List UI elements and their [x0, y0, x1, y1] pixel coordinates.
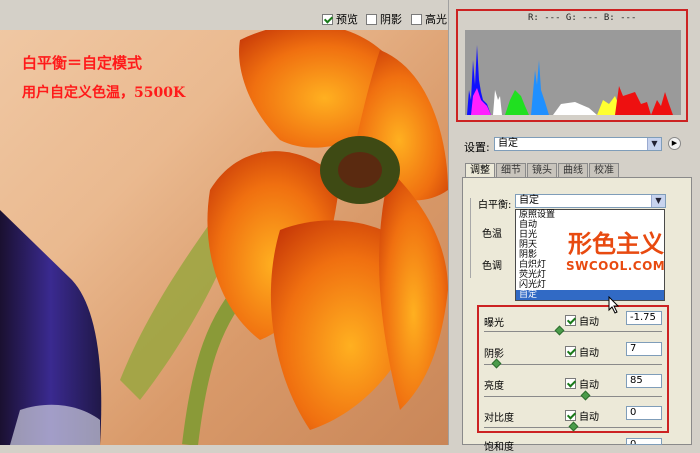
shadows-auto-box[interactable] — [565, 346, 576, 357]
saturation-value-input[interactable]: 0 — [626, 438, 662, 445]
highlight-checkbox[interactable]: 高光 — [411, 11, 447, 27]
brightness-label: 亮度 — [484, 381, 504, 392]
white-balance-select[interactable]: 自定 ▼ — [515, 194, 666, 208]
watermark-sub: SWCOOL.COM — [566, 259, 666, 273]
shadows-label: 阴影 — [484, 349, 504, 360]
contrast-label: 对比度 — [484, 413, 514, 424]
dropdown-option-selected[interactable]: 自定 — [516, 290, 664, 300]
tab-bar: 调整 细节 镜头 曲线 校准 — [465, 163, 619, 178]
tab-detail[interactable]: 细节 — [496, 163, 526, 178]
preview-checkbox-box[interactable] — [322, 13, 333, 25]
settings-menu-icon[interactable]: ▶ — [668, 137, 681, 150]
preview-checkbox-label: 预览 — [336, 13, 358, 26]
tab-lens[interactable]: 镜头 — [527, 163, 557, 178]
rgb-readout: R: --- G: --- B: --- — [528, 13, 637, 23]
exposure-auto-checkbox[interactable]: 自动 — [565, 313, 599, 328]
mouse-cursor-icon — [608, 296, 620, 314]
chevron-down-icon[interactable]: ▼ — [651, 195, 665, 207]
shadow-checkbox[interactable]: 阴影 — [366, 11, 402, 27]
exposure-auto-box[interactable] — [565, 315, 576, 326]
tab-curve[interactable]: 曲线 — [558, 163, 588, 178]
dropdown-option[interactable]: 闪光灯 — [516, 280, 664, 290]
brightness-slider-track[interactable] — [484, 396, 662, 397]
settings-select-value: 自定 — [498, 138, 518, 149]
shadows-value-input[interactable]: 7 — [626, 342, 662, 356]
brightness-auto-label: 自动 — [579, 380, 599, 391]
contrast-auto-checkbox[interactable]: 自动 — [565, 408, 599, 423]
swcool-logo: 形色主义 — [568, 230, 664, 258]
white-balance-value: 自定 — [519, 195, 539, 206]
shadows-auto-checkbox[interactable]: 自动 — [565, 344, 599, 359]
exposure-slider-track[interactable] — [484, 331, 662, 332]
watermark-text: 形色主义 — [568, 230, 664, 258]
overlay-title: 白平衡＝自定模式 — [22, 54, 143, 72]
highlight-checkbox-label: 高光 — [425, 13, 447, 26]
contrast-auto-box[interactable] — [565, 410, 576, 421]
brightness-auto-checkbox[interactable]: 自动 — [565, 376, 599, 391]
overlay-subtitle: 用户自定义色温，5500K — [22, 85, 186, 101]
dropdown-option[interactable]: 原照设置 — [516, 210, 664, 220]
preview-checkbox[interactable]: 预览 — [322, 11, 358, 27]
contrast-auto-label: 自动 — [579, 412, 599, 423]
tint-label: 色调 — [482, 261, 502, 272]
settings-select[interactable]: 自定 ▼ — [494, 137, 662, 151]
shadows-auto-label: 自动 — [579, 348, 599, 359]
settings-label: 设置: — [464, 141, 490, 154]
shadow-checkbox-label: 阴影 — [380, 13, 402, 26]
chevron-down-icon[interactable]: ▼ — [647, 138, 661, 150]
white-balance-label: 白平衡: — [478, 200, 512, 211]
brightness-auto-box[interactable] — [565, 378, 576, 389]
temperature-label: 色温 — [482, 229, 502, 240]
exposure-label: 曝光 — [484, 318, 504, 329]
shadows-slider-track[interactable] — [484, 364, 662, 365]
saturation-label: 饱和度 — [484, 442, 514, 453]
exposure-value-input[interactable]: -1.75 — [626, 311, 662, 325]
tab-calibrate[interactable]: 校准 — [589, 163, 619, 178]
histogram-graph — [467, 45, 673, 115]
highlight-checkbox-box[interactable] — [411, 13, 422, 25]
contrast-value-input[interactable]: 0 — [626, 406, 662, 420]
exposure-auto-label: 自动 — [579, 317, 599, 328]
shadow-checkbox-box[interactable] — [366, 13, 377, 25]
tab-adjust[interactable]: 调整 — [465, 163, 495, 178]
group-divider — [470, 198, 475, 278]
histogram — [465, 30, 681, 115]
image-preview: 白平衡＝自定模式 用户自定义色温，5500K — [0, 0, 448, 445]
brightness-value-input[interactable]: 85 — [626, 374, 662, 388]
